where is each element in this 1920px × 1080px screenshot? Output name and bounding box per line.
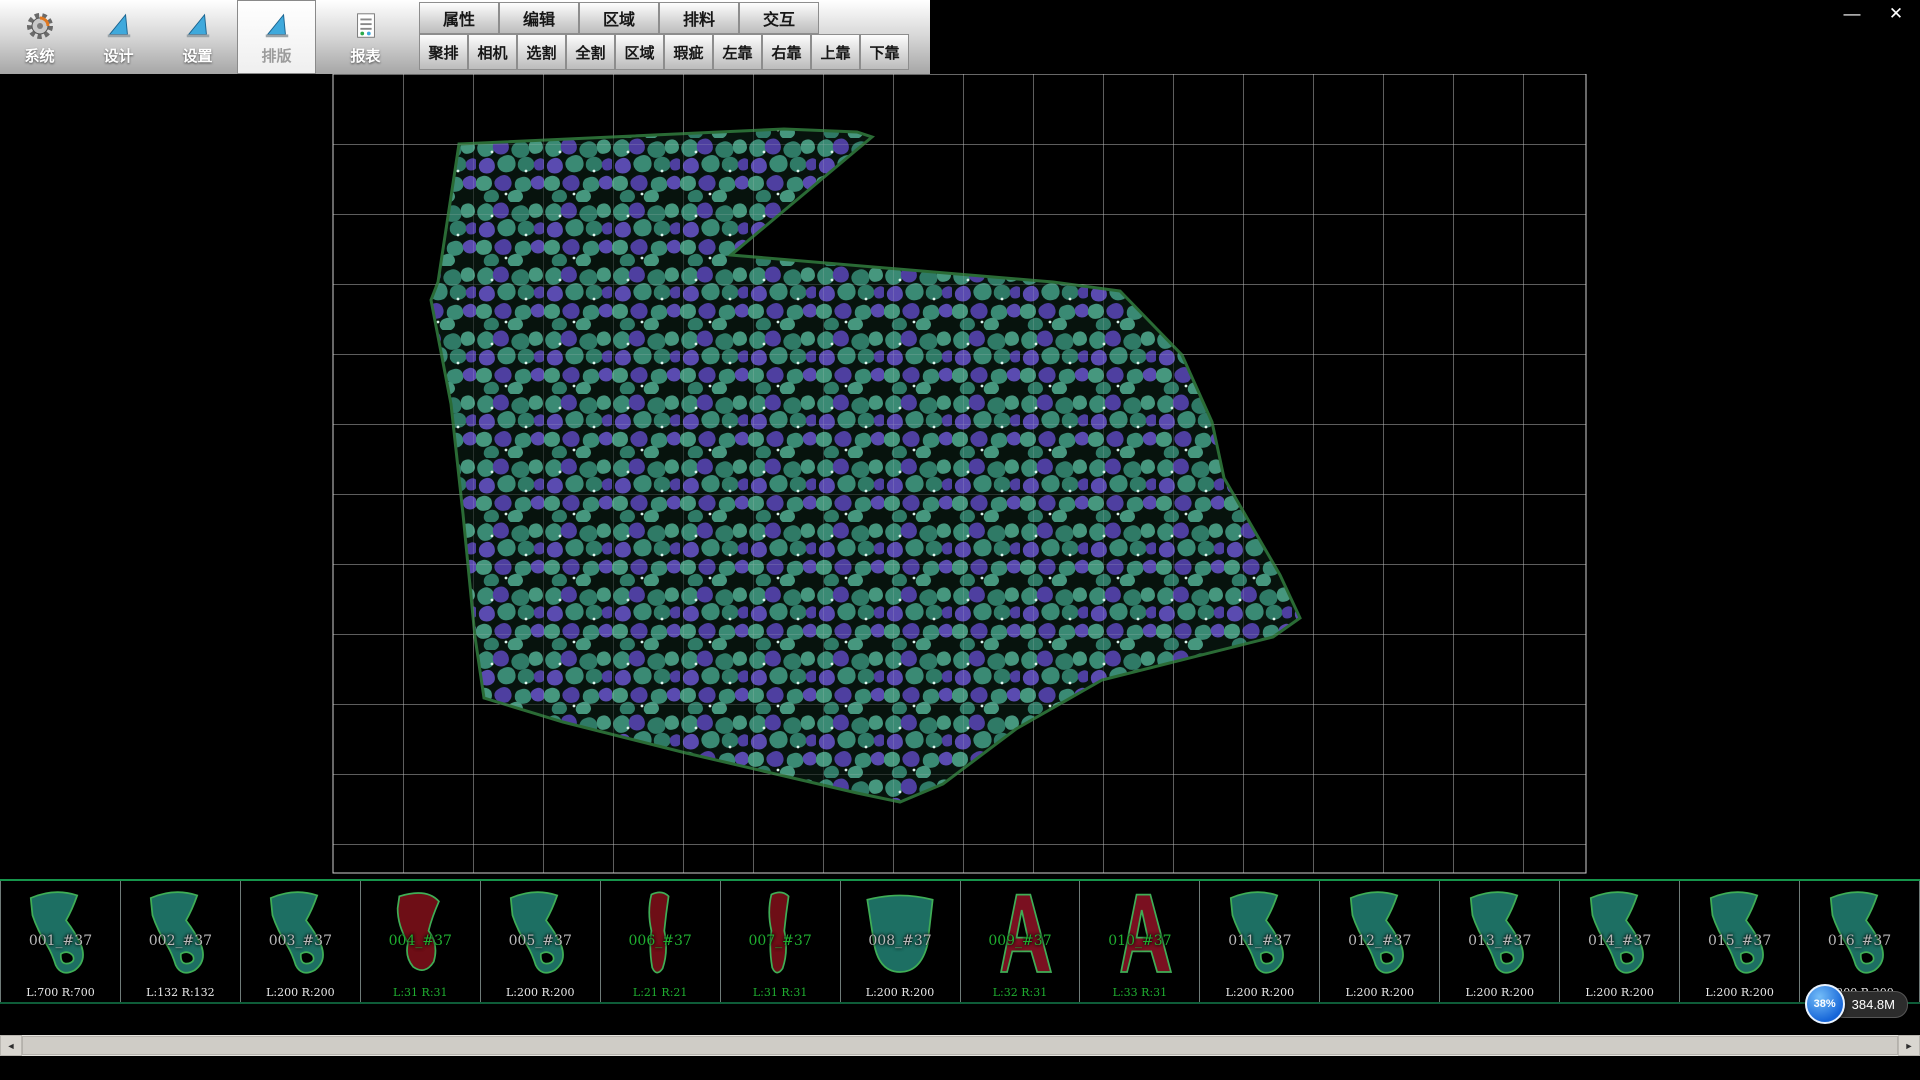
thumbnail-item[interactable]: 015_#37 L:200 R:200 xyxy=(1680,881,1800,1002)
thumbnail-item[interactable]: 011_#37 L:200 R:200 xyxy=(1200,881,1320,1002)
piece-lr-count: L:700 R:700 xyxy=(1,986,120,999)
thumbnail-item[interactable]: 003_#37 L:200 R:200 xyxy=(241,881,361,1002)
horizontal-scrollbar[interactable]: ◄ ► xyxy=(0,1035,1920,1056)
piece-name: 013_#37 xyxy=(1440,933,1559,949)
design-button-label: 设计 xyxy=(103,45,133,66)
tool-button[interactable]: 全割 xyxy=(566,34,615,70)
thumbnail-item[interactable]: 010_#37 L:33 R:31 xyxy=(1080,881,1200,1002)
piece-name: 014_#37 xyxy=(1560,933,1679,949)
nesting-application-window: 系统 设计 设置 xyxy=(0,0,1920,1080)
piece-name: 015_#37 xyxy=(1680,933,1799,949)
piece-lr-count: L:132 R:132 xyxy=(121,986,240,999)
piece-name: 005_#37 xyxy=(481,933,600,949)
thumbnail-item[interactable]: 012_#37 L:200 R:200 xyxy=(1320,881,1440,1002)
gear-icon xyxy=(23,9,57,43)
tool-button[interactable]: 聚排 xyxy=(419,34,468,70)
thumbnail-item[interactable]: 014_#37 L:200 R:200 xyxy=(1560,881,1680,1002)
tool-button[interactable]: 瑕疵 xyxy=(664,34,713,70)
settings-button-label: 设置 xyxy=(182,45,212,66)
report-button[interactable]: 报表 xyxy=(326,0,405,74)
piece-lr-count: L:200 R:200 xyxy=(241,986,360,999)
thumbnail-item[interactable]: 004_#37 L:31 R:31 xyxy=(361,881,481,1002)
toolbar-panel: 系统 设计 设置 xyxy=(0,0,930,74)
piece-lr-count: L:200 R:200 xyxy=(481,986,600,999)
piece-lr-count: L:31 R:31 xyxy=(361,986,480,999)
memory-status: 38% 384.8M xyxy=(1805,984,1908,1024)
menu-tab[interactable]: 排料 xyxy=(659,2,739,34)
menu-row-top: 属性编辑区域排料交互 xyxy=(419,2,909,34)
piece-lr-count: L:200 R:200 xyxy=(1320,986,1439,999)
piece-lr-count: L:200 R:200 xyxy=(1440,986,1559,999)
hide-nesting-view xyxy=(0,74,1920,879)
piece-name: 003_#37 xyxy=(241,933,360,949)
piece-name: 001_#37 xyxy=(1,933,120,949)
menu-area: 属性编辑区域排料交互 聚排相机选割全割区域瑕疵左靠右靠上靠下靠 xyxy=(419,0,909,74)
settings-button[interactable]: 设置 xyxy=(158,0,237,74)
piece-name: 008_#37 xyxy=(841,933,960,949)
title-toolbar: 系统 设计 设置 xyxy=(0,0,1920,74)
scroll-left-arrow[interactable]: ◄ xyxy=(0,1035,22,1056)
nesting-icon xyxy=(260,9,294,43)
scroll-thumb[interactable] xyxy=(22,1036,1898,1055)
menu-row-bottom: 聚排相机选割全割区域瑕疵左靠右靠上靠下靠 xyxy=(419,34,909,71)
scroll-right-arrow[interactable]: ► xyxy=(1898,1035,1920,1056)
report-button-label: 报表 xyxy=(350,45,380,66)
piece-name: 016_#37 xyxy=(1800,933,1919,949)
tool-button[interactable]: 左靠 xyxy=(713,34,762,70)
thumbnail-item[interactable]: 006_#37 L:21 R:21 xyxy=(601,881,721,1002)
thumbnail-item[interactable]: 005_#37 L:200 R:200 xyxy=(481,881,601,1002)
piece-lr-count: L:200 R:200 xyxy=(1200,986,1319,999)
close-button[interactable]: ✕ xyxy=(1884,4,1908,24)
piece-name: 011_#37 xyxy=(1200,933,1319,949)
system-button-label: 系统 xyxy=(24,45,54,66)
thumbnail-strip: 001_#37 L:700 R:700 002_#37 L:132 R:132 … xyxy=(0,879,1920,1004)
nesting-button-label: 排版 xyxy=(261,45,291,66)
progress-badge: 38% xyxy=(1805,984,1845,1024)
tool-button[interactable]: 相机 xyxy=(468,34,517,70)
thumbnail-item[interactable]: 001_#37 L:700 R:700 xyxy=(0,881,121,1002)
thumbnail-item[interactable]: 008_#37 L:200 R:200 xyxy=(841,881,961,1002)
app-mode-buttons: 系统 设计 设置 xyxy=(0,0,405,74)
tool-button[interactable]: 右靠 xyxy=(762,34,811,70)
piece-lr-count: L:200 R:200 xyxy=(841,986,960,999)
window-controls: — ✕ xyxy=(1840,4,1908,24)
piece-lr-count: L:31 R:31 xyxy=(721,986,840,999)
piece-name: 010_#37 xyxy=(1080,933,1199,949)
thumbnail-item[interactable]: 009_#37 L:32 R:31 xyxy=(961,881,1081,1002)
piece-name: 009_#37 xyxy=(961,933,1080,949)
nesting-button[interactable]: 排版 xyxy=(237,0,316,74)
scroll-track[interactable] xyxy=(22,1035,1898,1056)
tool-button[interactable]: 上靠 xyxy=(811,34,860,70)
piece-lr-count: L:200 R:200 xyxy=(1680,986,1799,999)
system-button[interactable]: 系统 xyxy=(0,0,79,74)
piece-lr-count: L:200 R:200 xyxy=(1560,986,1679,999)
tool-button[interactable]: 选割 xyxy=(517,34,566,70)
menu-tab[interactable]: 属性 xyxy=(419,2,499,34)
nesting-canvas[interactable] xyxy=(0,74,1920,879)
tool-button[interactable]: 区域 xyxy=(615,34,664,70)
piece-name: 004_#37 xyxy=(361,933,480,949)
thumbnail-item[interactable]: 013_#37 L:200 R:200 xyxy=(1440,881,1560,1002)
menu-tab[interactable]: 交互 xyxy=(739,2,819,34)
piece-name: 007_#37 xyxy=(721,933,840,949)
minimize-button[interactable]: — xyxy=(1840,4,1864,24)
report-icon xyxy=(349,9,383,43)
piece-name: 002_#37 xyxy=(121,933,240,949)
piece-name: 012_#37 xyxy=(1320,933,1439,949)
design-icon xyxy=(102,9,136,43)
thumbnail-item[interactable]: 002_#37 L:132 R:132 xyxy=(121,881,241,1002)
menu-tab[interactable]: 区域 xyxy=(579,2,659,34)
piece-lr-count: L:32 R:31 xyxy=(961,986,1080,999)
design-button[interactable]: 设计 xyxy=(79,0,158,74)
settings-icon xyxy=(181,9,215,43)
piece-lr-count: L:21 R:21 xyxy=(601,986,720,999)
menu-tab[interactable]: 编辑 xyxy=(499,2,579,34)
tool-button[interactable]: 下靠 xyxy=(860,34,909,70)
piece-name: 006_#37 xyxy=(601,933,720,949)
thumbnail-item[interactable]: 007_#37 L:31 R:31 xyxy=(721,881,841,1002)
piece-lr-count: L:33 R:31 xyxy=(1080,986,1199,999)
